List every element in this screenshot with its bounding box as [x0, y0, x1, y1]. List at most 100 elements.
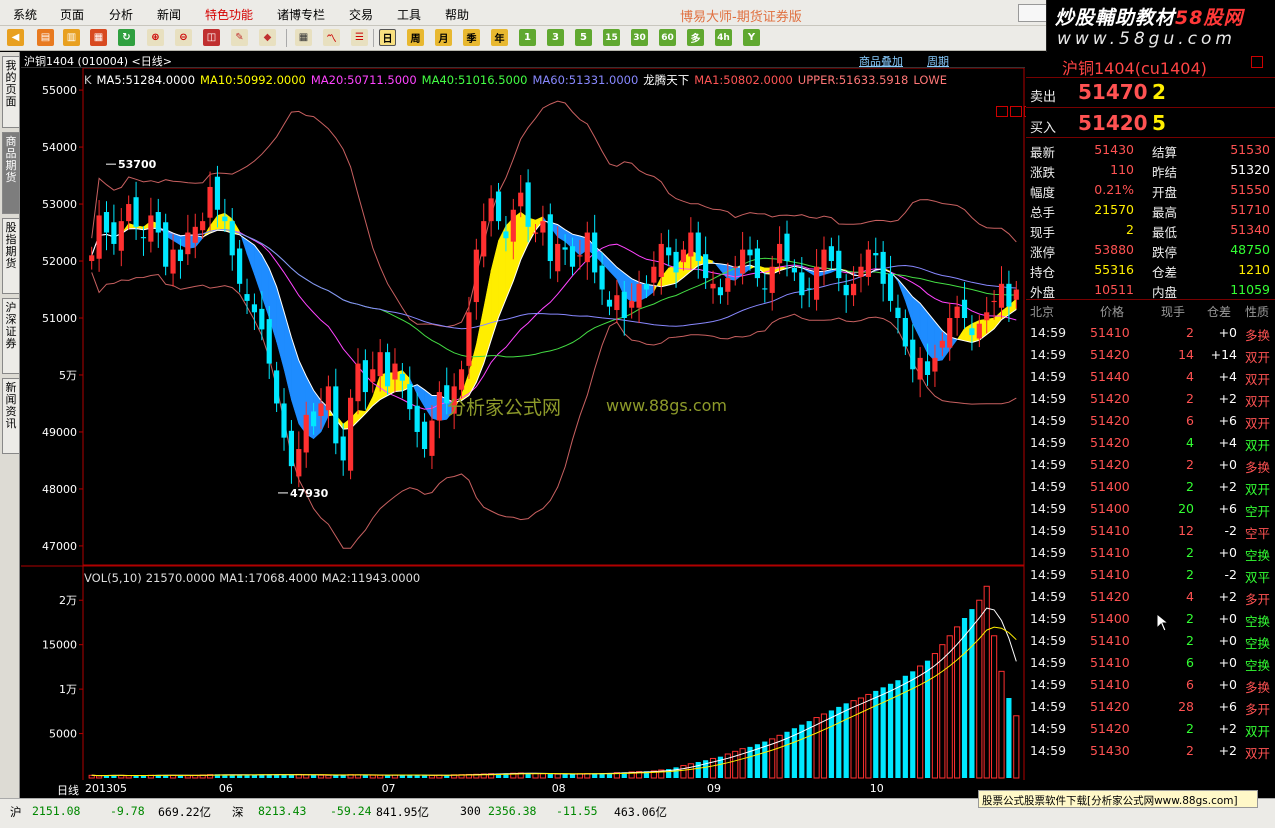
period-year-button[interactable]: 年 — [491, 29, 508, 46]
toolbar: ◀ ▤ ▥ ▦ ↻ ⊕ ⊖ ◫ ✎ ◆ ▦ 〽 ☰ 日 周 月 季 年 1 3 … — [0, 26, 1046, 51]
menu-column[interactable]: 诸博专栏 — [277, 6, 325, 23]
tab-stocks[interactable]: 沪深证券 — [2, 298, 19, 374]
vol-tick-label: 5000 — [49, 728, 77, 741]
candle-body — [850, 283, 857, 296]
candle-body — [214, 176, 221, 210]
volume-bar — [562, 774, 568, 778]
tab-index-futures[interactable]: 股指期货 — [2, 218, 19, 294]
candle-body — [347, 397, 354, 471]
grid-icon[interactable]: ▦ — [295, 29, 312, 46]
volume-bar — [569, 774, 576, 778]
candle-body — [939, 340, 945, 348]
stat-row: 现手 2 最低 51340 — [1030, 220, 1270, 240]
period-day-button[interactable]: 日 — [379, 29, 396, 46]
period-multi-button[interactable]: 多 — [687, 29, 704, 46]
period-4h-button[interactable]: 4h — [715, 29, 732, 46]
candle-body — [377, 352, 383, 377]
volume-bar — [880, 687, 886, 778]
candle-body — [636, 283, 642, 308]
stat-cell: 51430 — [1094, 142, 1134, 157]
candle-body — [621, 291, 627, 318]
book-icon[interactable]: ▥ — [63, 29, 80, 46]
tick-cell: 14:59 — [1030, 721, 1067, 736]
tick-cell: +2 — [1218, 721, 1237, 736]
x-tick-label: 10 — [869, 782, 884, 795]
menu-page[interactable]: 页面 — [60, 6, 84, 23]
period-5min-button[interactable]: 5 — [575, 29, 592, 46]
tick-cell: 14:59 — [1030, 457, 1067, 472]
news-icon[interactable]: ▦ — [90, 29, 107, 46]
zoom-out-icon[interactable]: ⊖ — [175, 29, 192, 46]
volume-bar — [680, 765, 687, 779]
volume-bar — [843, 703, 849, 778]
vol-legend-item: MA2:11943.0000 — [321, 571, 421, 585]
candle-body — [806, 288, 812, 290]
refresh-icon[interactable]: ↻ — [118, 29, 135, 46]
tick-cell: 双开 — [1245, 482, 1271, 497]
menu-system[interactable]: 系统 — [13, 6, 37, 23]
chart-icon[interactable]: 〽 — [323, 29, 340, 46]
pencil-icon[interactable]: ✎ — [231, 29, 248, 46]
menu-tools[interactable]: 工具 — [397, 6, 421, 23]
ribbon-segment — [609, 259, 618, 280]
period-y-button[interactable]: Y — [743, 29, 760, 46]
volume-bar — [695, 762, 701, 778]
period-week-button[interactable]: 周 — [407, 29, 424, 46]
window-controls[interactable] — [1018, 4, 1048, 22]
tab-my-page[interactable]: 我的页面 — [2, 56, 19, 128]
ma-legend-item: MA1:50802.0000 — [694, 73, 793, 86]
period-quarter-button[interactable]: 季 — [463, 29, 480, 46]
candle-body — [296, 449, 302, 477]
period-month-button[interactable]: 月 — [435, 29, 452, 46]
tick-cell: 51410 — [1090, 633, 1130, 648]
candle-body — [769, 266, 775, 293]
candle-body — [673, 251, 679, 273]
bottom-ad[interactable]: 股票公式股票软件下载[分析家公式网www.88gs.com] — [978, 790, 1258, 808]
menu-special[interactable]: 特色功能 — [205, 6, 253, 23]
tick-cell: 2 — [1186, 545, 1194, 560]
ad-banner[interactable]: 炒股輔助教材58股网 www.58gu.com — [1046, 0, 1275, 52]
menu-news[interactable]: 新闻 — [157, 6, 181, 23]
tick-cell: 51400 — [1090, 501, 1130, 516]
window-icon[interactable]: ◫ — [203, 29, 220, 46]
tab-news[interactable]: 新闻资讯 — [2, 378, 19, 454]
period-3min-button[interactable]: 3 — [547, 29, 564, 46]
paint-icon[interactable]: ◆ — [259, 29, 276, 46]
candle-body — [540, 221, 546, 233]
expand-icon[interactable] — [1251, 56, 1263, 68]
tick-cell: +2 — [1218, 589, 1237, 604]
period-15min-button[interactable]: 15 — [603, 29, 620, 46]
list-icon[interactable]: ☰ — [351, 29, 368, 46]
volume-bar — [828, 710, 834, 778]
tick-cell: +14 — [1210, 347, 1237, 362]
stat-cell: 55316 — [1094, 262, 1134, 277]
volume-bar — [939, 644, 946, 779]
page-icon[interactable]: ▤ — [37, 29, 54, 46]
period-1min-button[interactable]: 1 — [519, 29, 536, 46]
status-item: 2151.08 — [32, 804, 81, 818]
tab-commodity-futures[interactable]: 商品期货 — [2, 132, 19, 214]
volume-bar — [547, 773, 553, 778]
zoom-in-icon[interactable]: ⊕ — [147, 29, 164, 46]
price-volume-chart[interactable]: 55000 54000 53000 52000 51000 5万 49000 48000 470… — [21, 68, 1025, 780]
candle-body — [910, 339, 916, 370]
tick-cell: 空开 — [1245, 504, 1271, 519]
volume-bar — [362, 775, 368, 778]
candle-body — [126, 204, 132, 222]
period-60min-button[interactable]: 60 — [659, 29, 676, 46]
back-icon[interactable]: ◀ — [7, 29, 24, 46]
candle-body — [111, 222, 117, 244]
overlay-link[interactable]: 商品叠加 — [859, 53, 903, 69]
period-link[interactable]: 周期 — [927, 53, 949, 69]
quote-panel: 沪铜1404(cu1404) 卖出 51470 2 买入 51420 5 最新 51430… — [1026, 52, 1275, 798]
candle-body — [89, 255, 95, 262]
ribbon-segment — [993, 310, 1002, 330]
menu-help[interactable]: 帮助 — [445, 6, 469, 23]
volume-bar — [873, 690, 879, 778]
menu-analysis[interactable]: 分析 — [109, 6, 133, 23]
tick-row: 14:59 51410 2 -2 双平 — [1026, 564, 1275, 586]
menu-trade[interactable]: 交易 — [349, 6, 373, 23]
period-30min-button[interactable]: 30 — [631, 29, 648, 46]
candle-body — [836, 250, 842, 279]
candle-body — [969, 328, 975, 336]
